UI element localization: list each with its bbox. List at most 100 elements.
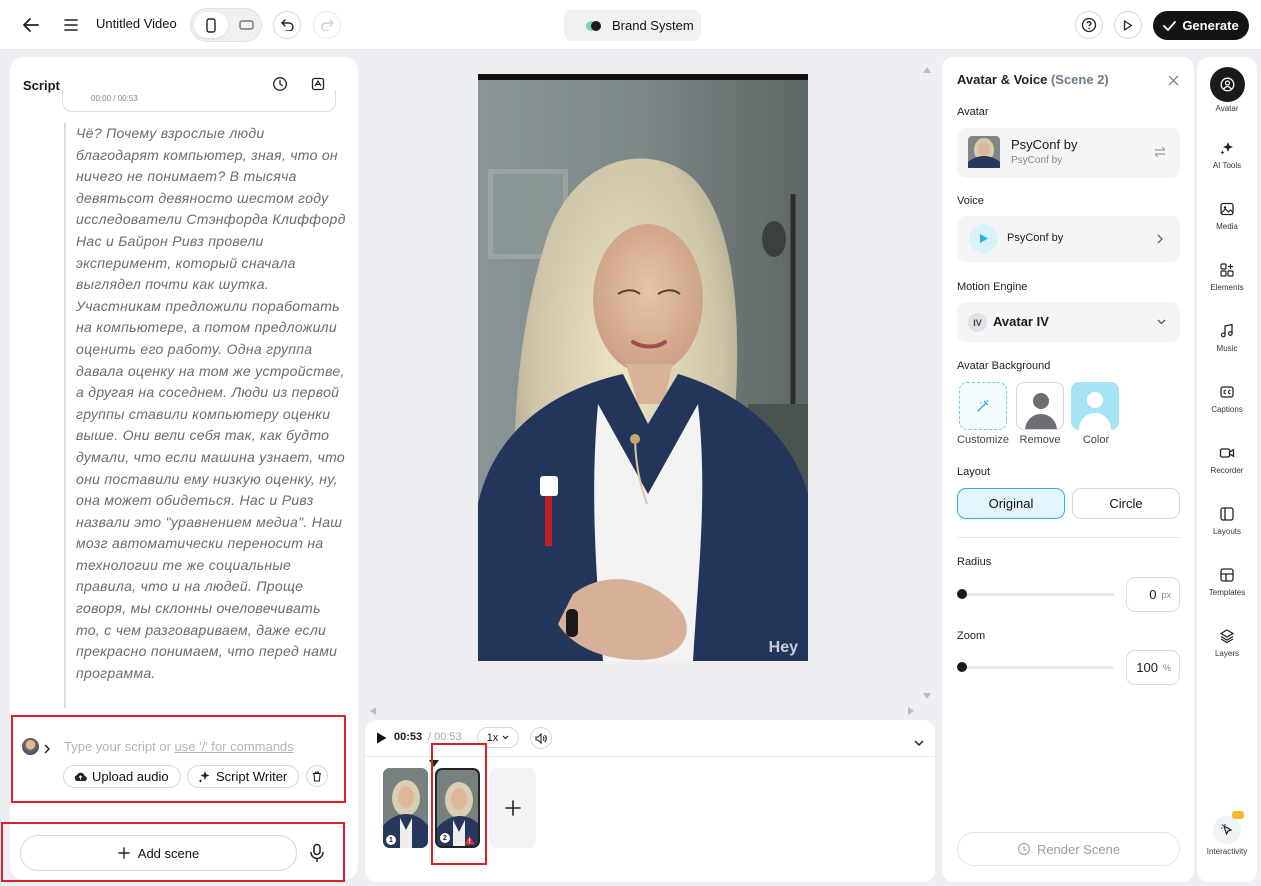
commands-link[interactable]: use '/' for commands: [175, 739, 294, 754]
customize-background-option[interactable]: [959, 382, 1007, 430]
scene-thumbnail-1[interactable]: 1: [383, 768, 428, 848]
motion-badge: IV: [968, 313, 987, 332]
video-title[interactable]: Untitled Video: [96, 16, 177, 31]
motion-value: Avatar IV: [993, 314, 1049, 329]
avatar-thumbnail: [968, 136, 1000, 168]
color-background-option[interactable]: [1071, 382, 1119, 430]
watermark: Hey: [768, 639, 798, 656]
premium-badge-icon: [1232, 811, 1244, 819]
chevron-right-icon[interactable]: [43, 741, 51, 754]
render-scene-button[interactable]: Render Scene: [957, 832, 1180, 866]
sidebar-item-templates[interactable]: Templates: [1197, 564, 1257, 597]
brand-icon: [586, 20, 602, 32]
remove-background-option[interactable]: [1016, 382, 1064, 430]
speed-value: 1x: [486, 731, 499, 744]
zoom-input[interactable]: 100%: [1126, 650, 1180, 685]
script-title: Script: [23, 78, 60, 93]
add-scene-button[interactable]: Add scene: [20, 835, 297, 871]
zoom-slider-knob[interactable]: [957, 662, 967, 672]
sidebar-label-avatar: Avatar: [1215, 104, 1239, 113]
chevron-down-icon: [502, 735, 509, 740]
redo-button[interactable]: [313, 11, 341, 39]
portrait-mode-button[interactable]: [194, 12, 228, 38]
preview-button[interactable]: [1114, 11, 1142, 39]
scene-number-badge: 1: [386, 835, 396, 845]
customize-label: Customize: [957, 434, 1009, 446]
layout-original-button[interactable]: Original: [957, 488, 1065, 519]
play-icon: [979, 234, 988, 243]
scroll-right-icon[interactable]: [908, 702, 914, 715]
script-writer-button[interactable]: Script Writer: [187, 765, 299, 788]
script-input-placeholder: Type your script or: [64, 739, 175, 754]
avatar-video-preview[interactable]: Hey: [478, 74, 808, 661]
scroll-up-icon[interactable]: [923, 60, 931, 73]
add-scene-tile[interactable]: [489, 768, 536, 848]
voice-play-button[interactable]: [969, 224, 998, 253]
scroll-left-icon[interactable]: [370, 702, 376, 715]
avatar-section-label: Avatar: [957, 106, 989, 118]
radius-slider[interactable]: [957, 589, 1114, 599]
undo-icon: [280, 19, 294, 31]
sidebar-label-interactivity: Interactivity: [1206, 847, 1248, 856]
sidebar-item-interactivity[interactable]: Interactivity: [1197, 811, 1257, 856]
sidebar-item-avatar[interactable]: Avatar: [1197, 67, 1257, 113]
generate-label: Generate: [1182, 18, 1239, 33]
avatar-voice-panel: Avatar & Voice (Scene 2) Avatar PsyConf …: [942, 57, 1194, 882]
sidebar-item-elements[interactable]: Elements: [1197, 259, 1257, 292]
avatar-background-label: Avatar Background: [957, 360, 1051, 372]
swap-icon[interactable]: [1154, 146, 1166, 158]
script-text[interactable]: Чё? Почему взрослые люди благодарят комп…: [76, 123, 346, 684]
zoom-slider[interactable]: [957, 662, 1114, 672]
motion-engine-dropdown[interactable]: IV Avatar IV: [957, 302, 1180, 342]
script-input[interactable]: Type your script or use '/' for commands: [64, 739, 294, 754]
volume-button[interactable]: [530, 727, 552, 749]
sidebar-label-captions: Captions: [1211, 405, 1243, 414]
sidebar-item-captions[interactable]: Captions: [1197, 381, 1257, 414]
zoom-value: 100: [1136, 660, 1158, 675]
person-silhouette-icon: [1079, 392, 1111, 430]
sidebar-item-music[interactable]: Music: [1197, 320, 1257, 353]
upload-audio-button[interactable]: Upload audio: [63, 765, 181, 788]
timeline-play-icon[interactable]: [376, 731, 387, 744]
color-label: Color: [1082, 434, 1110, 446]
sidebar-label-layouts: Layouts: [1212, 527, 1242, 536]
layout-circle-button[interactable]: Circle: [1072, 488, 1180, 519]
voice-selector[interactable]: PsyConf by: [957, 216, 1180, 262]
elements-icon: [1220, 263, 1234, 277]
avatar-thumbnail[interactable]: [22, 738, 39, 755]
voice-name: PsyConf by: [1007, 232, 1064, 244]
back-arrow-icon[interactable]: [20, 14, 42, 36]
generate-button[interactable]: Generate: [1153, 11, 1249, 40]
zoom-label: Zoom: [957, 630, 986, 642]
voice-section-label: Voice: [957, 195, 984, 207]
radius-label: Radius: [957, 556, 992, 568]
microphone-icon[interactable]: [308, 843, 326, 863]
landscape-mode-button[interactable]: [232, 12, 260, 38]
sidebar-item-layouts[interactable]: Layouts: [1197, 503, 1257, 536]
redo-icon: [320, 19, 334, 31]
sparkle-icon: [1220, 142, 1233, 155]
music-icon: [1220, 323, 1233, 338]
avatar-image: [478, 74, 808, 661]
render-scene-label: Render Scene: [1036, 841, 1121, 857]
sparkle-icon: [198, 771, 210, 783]
sidebar-item-recorder[interactable]: Recorder: [1197, 442, 1257, 475]
layout-label: Layout: [957, 466, 991, 478]
scroll-down-icon[interactable]: [923, 686, 931, 699]
sidebar-item-media[interactable]: Media: [1197, 198, 1257, 231]
plus-icon: [118, 847, 130, 859]
avatar-selector[interactable]: PsyConf by PsyConf by: [957, 128, 1180, 178]
undo-button[interactable]: [273, 11, 301, 39]
radius-slider-knob[interactable]: [957, 589, 967, 599]
delete-button[interactable]: [306, 765, 328, 787]
sidebar-item-ai-tools[interactable]: AI Tools: [1197, 137, 1257, 170]
top-bar: Untitled Video Brand System Generate: [0, 0, 1261, 50]
menu-icon[interactable]: [60, 14, 82, 36]
current-time: 00:53: [394, 731, 423, 743]
close-icon[interactable]: [1168, 73, 1179, 86]
help-button[interactable]: [1075, 11, 1103, 39]
collapse-timeline-icon[interactable]: [914, 734, 924, 747]
brand-system-button[interactable]: Brand System: [564, 10, 701, 41]
radius-input[interactable]: 0 px: [1126, 577, 1180, 612]
sidebar-item-layers[interactable]: Layers: [1197, 625, 1257, 658]
